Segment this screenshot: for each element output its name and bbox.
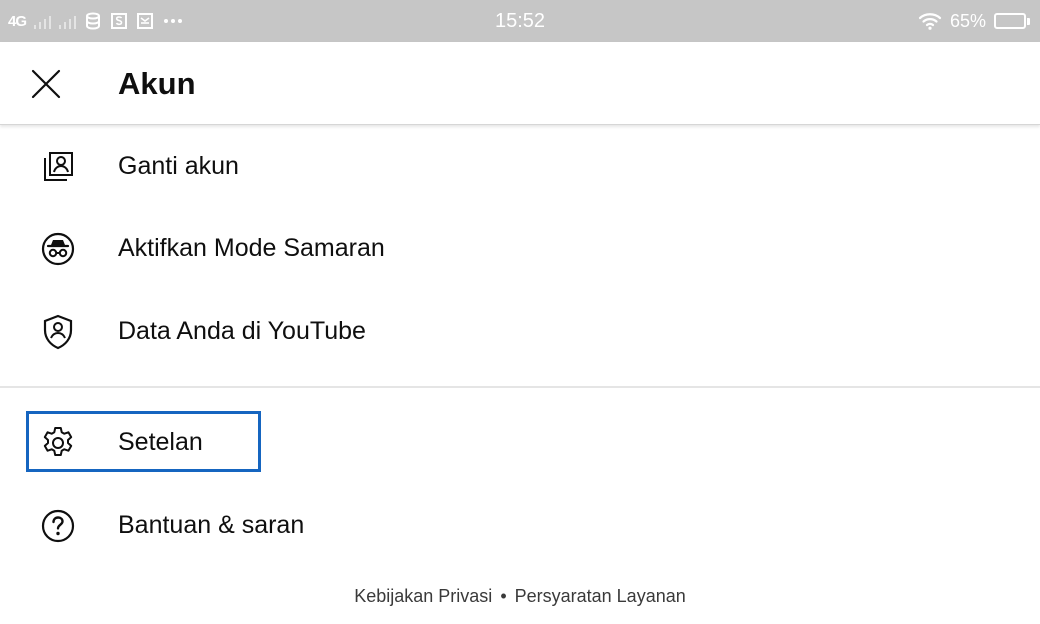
menu-item-label: Aktifkan Mode Samaran: [118, 234, 385, 262]
network-type: 4G: [8, 12, 27, 30]
menu-item-label: Bantuan & saran: [118, 511, 305, 539]
privacy-policy-link[interactable]: Kebijakan Privasi: [354, 586, 492, 606]
signal-bars-icon: [59, 13, 77, 29]
footer: Kebijakan Privasi • Persyaratan Layanan: [0, 586, 1040, 607]
wifi-icon: [918, 13, 942, 30]
status-bar: 4G 15:52 65%: [0, 0, 1040, 42]
help-icon: [38, 509, 78, 543]
app-bar: Akun: [0, 42, 1040, 125]
more-dots-icon: [164, 19, 183, 23]
menu-item-switch-account[interactable]: Ganti akun: [0, 137, 1040, 197]
signal-bars-icon: [34, 13, 52, 29]
status-bar-right: 65%: [918, 11, 1030, 32]
menu-item-label: Data Anda di YouTube: [118, 317, 366, 345]
status-bar-left: 4G: [8, 12, 184, 30]
close-button[interactable]: [26, 64, 66, 104]
highlight-box: [26, 411, 261, 472]
menu-item-your-data[interactable]: Data Anda di YouTube: [0, 302, 1040, 362]
terms-of-service-link[interactable]: Persyaratan Layanan: [515, 586, 686, 606]
menu-item-label: Ganti akun: [118, 152, 239, 180]
menu-item-help[interactable]: Bantuan & saran: [0, 496, 1040, 556]
battery-icon: [994, 13, 1030, 29]
s-app-icon: [111, 13, 128, 29]
footer-separator: •: [500, 586, 507, 606]
menu-divider: [0, 386, 1040, 388]
mail-icon: [137, 13, 154, 29]
incognito-icon: [38, 232, 78, 266]
shield-user-icon: [38, 314, 78, 350]
database-icon: [86, 12, 101, 30]
battery-percent: 65%: [949, 10, 986, 31]
page-title: Akun: [118, 66, 196, 101]
close-icon: [31, 69, 61, 99]
menu-item-incognito[interactable]: Aktifkan Mode Samaran: [0, 219, 1040, 279]
switch-account-icon: [38, 150, 78, 184]
